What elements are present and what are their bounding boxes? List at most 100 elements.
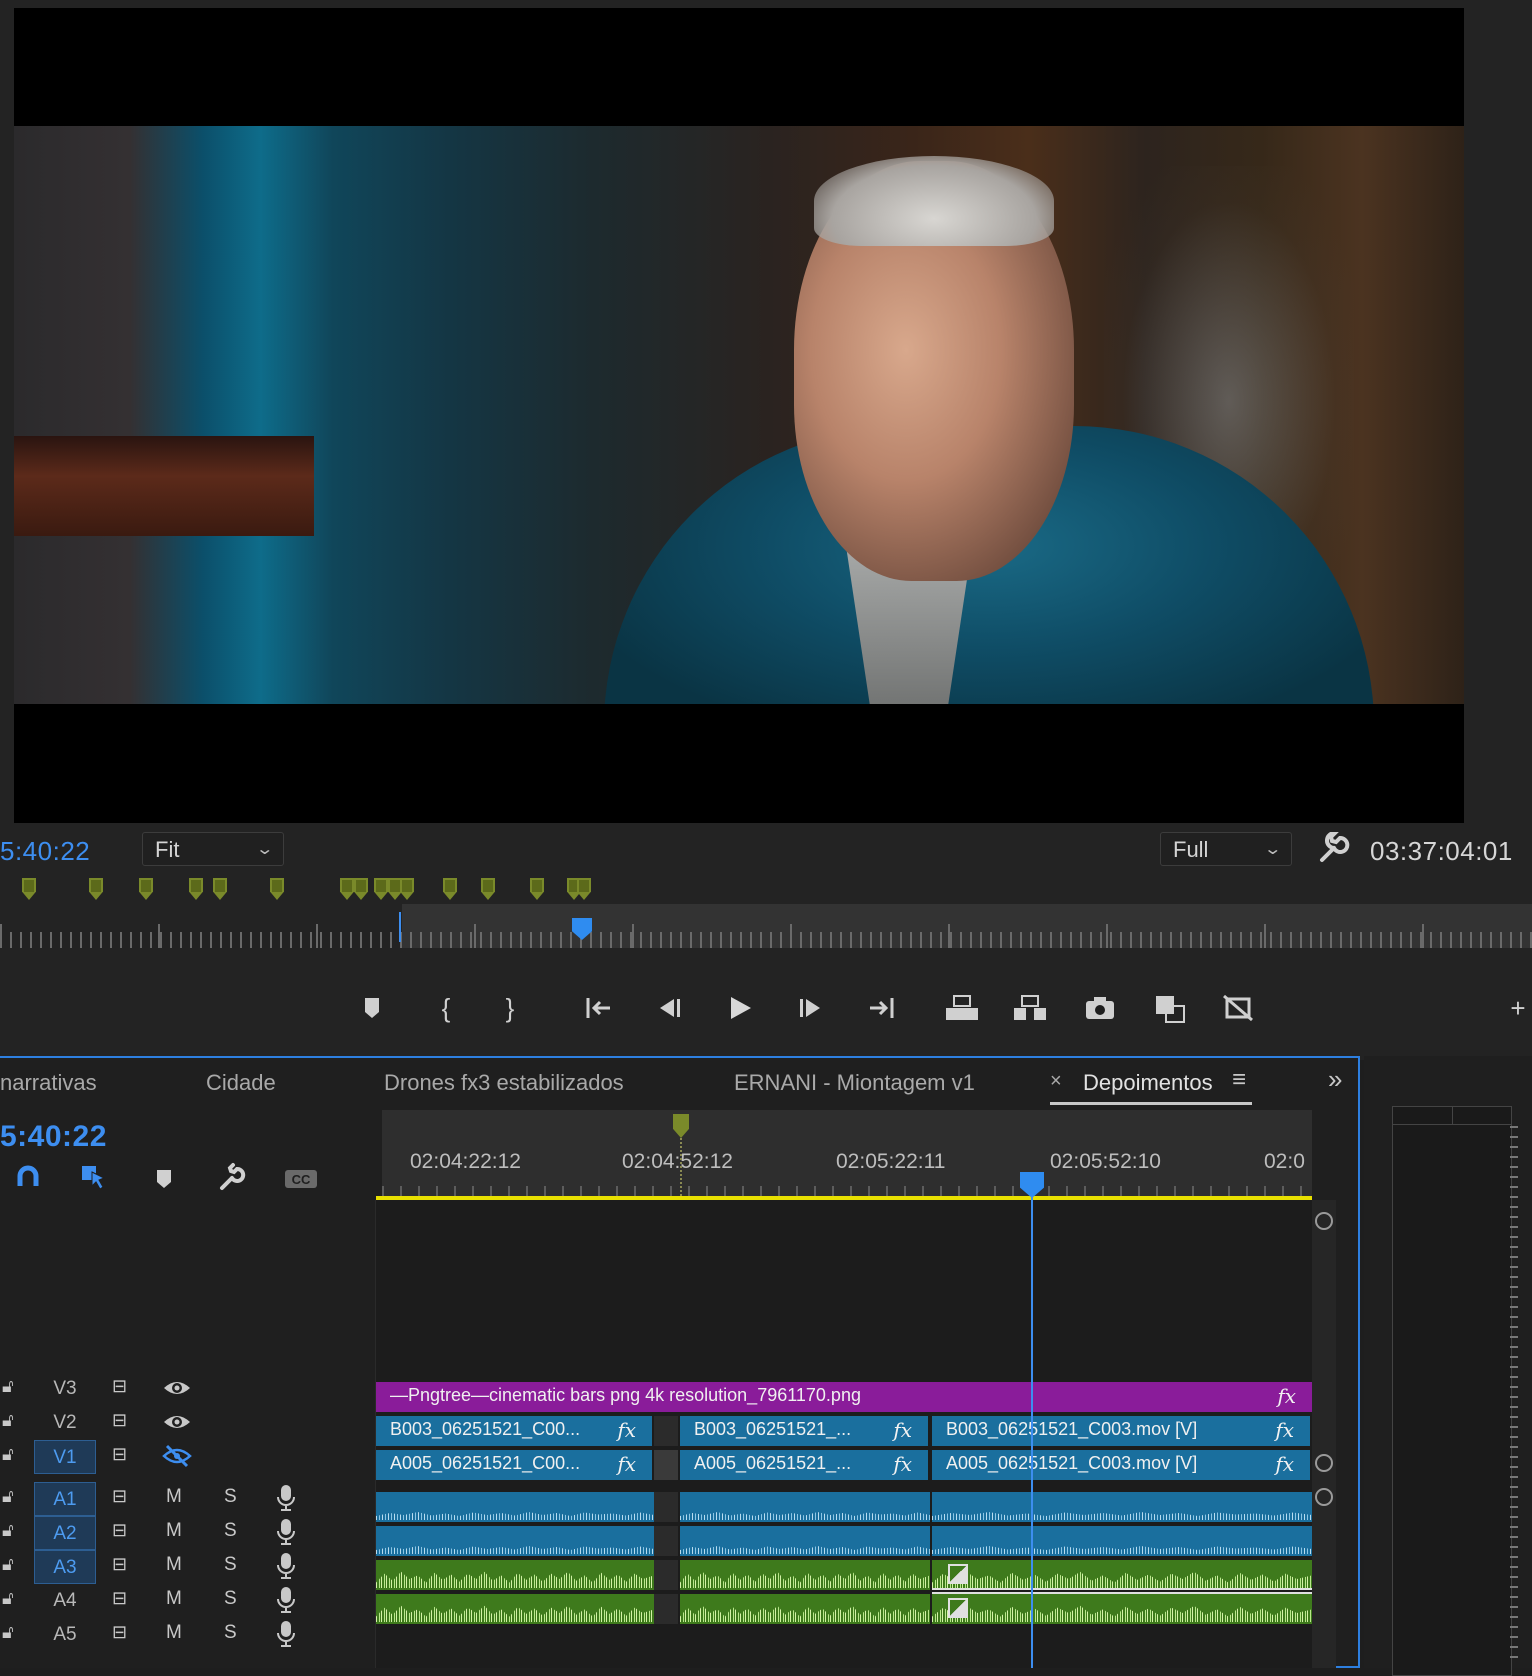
lock-icon[interactable]: 🔓︎ bbox=[2, 1410, 22, 1434]
audio-transition-icon[interactable] bbox=[948, 1598, 968, 1618]
lock-icon[interactable]: 🔓︎ bbox=[2, 1554, 22, 1578]
sync-lock-icon[interactable]: ⊟ bbox=[112, 1444, 138, 1468]
mark-in-button[interactable]: { bbox=[424, 986, 468, 1030]
overflow-tabs-icon[interactable]: » bbox=[1328, 1064, 1342, 1095]
audio-clip-a1-3[interactable] bbox=[932, 1492, 1312, 1522]
microphone-icon[interactable] bbox=[276, 1552, 296, 1580]
mark-out-button[interactable]: } bbox=[488, 986, 532, 1030]
clip-v2-3[interactable]: B003_06251521_C003.mov [V] fx bbox=[932, 1416, 1312, 1446]
add-marker-icon[interactable] bbox=[148, 1162, 180, 1194]
marker[interactable] bbox=[213, 878, 227, 900]
tab-cidade[interactable]: Cidade bbox=[206, 1070, 276, 1096]
marker[interactable] bbox=[270, 878, 284, 900]
zoom-select[interactable]: Fit ⌄ bbox=[142, 832, 284, 866]
track-name[interactable]: A1 bbox=[34, 1482, 96, 1516]
microphone-icon[interactable] bbox=[276, 1586, 296, 1614]
marker[interactable] bbox=[400, 878, 414, 900]
video-audio-divider-handle[interactable] bbox=[1315, 1454, 1333, 1472]
audio-clip-a4-1[interactable] bbox=[376, 1594, 654, 1624]
lift-button[interactable] bbox=[940, 986, 984, 1030]
timeline-ruler[interactable]: 02:04:22:12 02:04:52:12 02:05:22:11 02:0… bbox=[382, 1110, 1312, 1200]
audio-clip-a2-2[interactable] bbox=[680, 1526, 930, 1556]
audio-clip-a4-2[interactable] bbox=[680, 1594, 930, 1624]
track-name[interactable]: A3 bbox=[34, 1550, 96, 1584]
play-button[interactable] bbox=[718, 986, 762, 1030]
sync-lock-icon[interactable]: ⊟ bbox=[112, 1588, 138, 1612]
microphone-icon[interactable] bbox=[276, 1518, 296, 1546]
marker[interactable] bbox=[89, 878, 103, 900]
sync-lock-icon[interactable]: ⊟ bbox=[112, 1410, 138, 1434]
fx-badge[interactable]: fx bbox=[893, 1452, 912, 1476]
clip-v2-2[interactable]: B003_06251521_... fx bbox=[680, 1416, 930, 1446]
wrench-icon[interactable] bbox=[216, 1162, 248, 1194]
marker[interactable] bbox=[443, 878, 457, 900]
audio-clip-a1-2[interactable] bbox=[680, 1492, 930, 1522]
tab-ernani[interactable]: ERNANI - Miontagem v1 bbox=[734, 1070, 975, 1096]
track-area[interactable]: —Pngtree—cinematic bars png 4k resolutio… bbox=[376, 1200, 1312, 1668]
step-forward-button[interactable] bbox=[788, 986, 832, 1030]
marker[interactable] bbox=[22, 878, 36, 900]
in-point-indicator[interactable] bbox=[399, 912, 405, 942]
go-to-in-button[interactable] bbox=[580, 986, 624, 1030]
lock-icon[interactable]: 🔓︎ bbox=[2, 1520, 22, 1544]
mute-button[interactable]: M bbox=[166, 1554, 182, 1576]
microphone-icon[interactable] bbox=[276, 1620, 296, 1648]
lock-icon[interactable]: 🔓︎ bbox=[2, 1486, 22, 1510]
sequence-timecode[interactable]: 5:40:22 bbox=[0, 1120, 107, 1154]
resolution-select[interactable]: Full ⌄ bbox=[1160, 832, 1292, 866]
solo-button[interactable]: S bbox=[224, 1520, 237, 1542]
mute-button[interactable]: M bbox=[166, 1486, 182, 1508]
marker[interactable] bbox=[530, 878, 544, 900]
audio-clip-a4-3[interactable] bbox=[932, 1594, 1312, 1624]
monitor-time-ruler[interactable] bbox=[0, 904, 1532, 948]
step-back-button[interactable] bbox=[648, 986, 692, 1030]
marker[interactable] bbox=[577, 878, 591, 900]
lock-icon[interactable]: 🔓︎ bbox=[2, 1376, 22, 1400]
captions-icon[interactable]: CC bbox=[282, 1162, 320, 1194]
fx-badge[interactable]: fx bbox=[1277, 1384, 1296, 1408]
close-tab-button[interactable]: × bbox=[1050, 1070, 1062, 1093]
marker[interactable] bbox=[354, 878, 368, 900]
fx-badge[interactable]: fx bbox=[1275, 1418, 1294, 1442]
marker[interactable] bbox=[340, 878, 354, 900]
lock-icon[interactable]: 🔓︎ bbox=[2, 1444, 22, 1468]
audio-clip-a2-3[interactable] bbox=[932, 1526, 1312, 1556]
fx-badge[interactable]: fx bbox=[893, 1418, 912, 1442]
track-name[interactable]: V1 bbox=[34, 1440, 96, 1474]
export-frame-button[interactable] bbox=[1078, 986, 1122, 1030]
marker[interactable] bbox=[189, 878, 203, 900]
audio-clip-a2-1[interactable] bbox=[376, 1526, 654, 1556]
linked-selection-icon[interactable] bbox=[78, 1162, 110, 1194]
marker[interactable] bbox=[388, 878, 402, 900]
clip-v1-2[interactable]: A005_06251521_... fx bbox=[680, 1450, 930, 1480]
fx-badge[interactable]: fx bbox=[617, 1418, 636, 1442]
marker[interactable] bbox=[374, 878, 388, 900]
audio-volume-line[interactable] bbox=[932, 1592, 1312, 1594]
clip-v1-3[interactable]: A005_06251521_C003.mov [V] fx bbox=[932, 1450, 1312, 1480]
audio-clip-a3-1[interactable] bbox=[376, 1560, 654, 1590]
lock-icon[interactable]: 🔓︎ bbox=[2, 1622, 22, 1646]
marker[interactable] bbox=[139, 878, 153, 900]
sync-lock-icon[interactable]: ⊟ bbox=[112, 1376, 138, 1400]
microphone-icon[interactable] bbox=[276, 1484, 296, 1512]
tab-narrativas[interactable]: narrativas bbox=[0, 1070, 97, 1096]
mute-button[interactable]: M bbox=[166, 1588, 182, 1610]
playhead-timecode[interactable]: 5:40:22 bbox=[0, 836, 90, 867]
track-name[interactable]: A5 bbox=[34, 1618, 96, 1652]
fx-badge[interactable]: fx bbox=[617, 1452, 636, 1476]
audio-clip-a3-3[interactable] bbox=[932, 1560, 1312, 1590]
track-name[interactable]: A4 bbox=[34, 1584, 96, 1618]
marker[interactable] bbox=[481, 878, 495, 900]
clip-v2-1[interactable]: B003_06251521_C00... fx bbox=[376, 1416, 654, 1446]
solo-button[interactable]: S bbox=[224, 1622, 237, 1644]
eye-hidden-icon[interactable] bbox=[162, 1442, 192, 1470]
audio-clip-a1-1[interactable] bbox=[376, 1492, 654, 1522]
track-name[interactable]: V3 bbox=[34, 1372, 96, 1406]
audio-clip-a3-2[interactable] bbox=[680, 1560, 930, 1590]
timeline-vertical-scrollbar[interactable] bbox=[1312, 1200, 1336, 1668]
sync-lock-icon[interactable]: ⊟ bbox=[112, 1520, 138, 1544]
add-marker-button[interactable] bbox=[350, 986, 394, 1030]
sync-lock-icon[interactable]: ⊟ bbox=[112, 1554, 138, 1578]
sync-lock-icon[interactable]: ⊟ bbox=[112, 1622, 138, 1646]
fx-badge[interactable]: fx bbox=[1275, 1452, 1294, 1476]
